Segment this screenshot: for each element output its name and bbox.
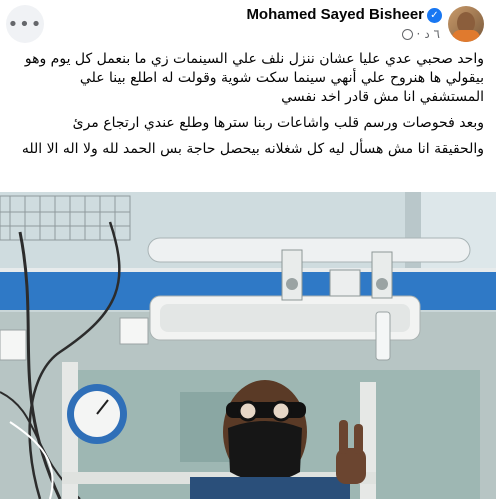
post-text: واحد صحبي عدي عليا عشان ننزل نلف علي الس…	[14, 50, 484, 166]
author-name[interactable]: Mohamed Sayed Bisheer	[246, 6, 424, 23]
post-header: ••• Mohamed Sayed Bisheer ✓ ٦ د ·	[0, 0, 496, 50]
post-time[interactable]: ٦ د	[424, 27, 440, 41]
meta-separator: ·	[416, 27, 421, 41]
post-paragraph: واحد صحبي عدي عليا عشان ننزل نلف علي الس…	[24, 51, 484, 105]
avatar[interactable]	[448, 6, 484, 42]
avatar-shirt	[452, 30, 480, 42]
post-meta: ٦ د ·	[401, 27, 440, 41]
post-paragraph: والحقيقة انا مش هسأل ليه كل شغلانه بيحصل…	[21, 141, 484, 157]
hospital-selfie-image	[0, 192, 496, 499]
post-paragraph: وبعد فحوصات ورسم قلب واشاعات ربنا سترها …	[72, 115, 484, 131]
verified-badge-icon: ✓	[427, 8, 442, 23]
more-options-button[interactable]: •••	[6, 5, 44, 43]
globe-icon[interactable]	[401, 28, 413, 40]
post-photo[interactable]	[0, 192, 496, 499]
more-options-icon: •••	[7, 13, 43, 35]
